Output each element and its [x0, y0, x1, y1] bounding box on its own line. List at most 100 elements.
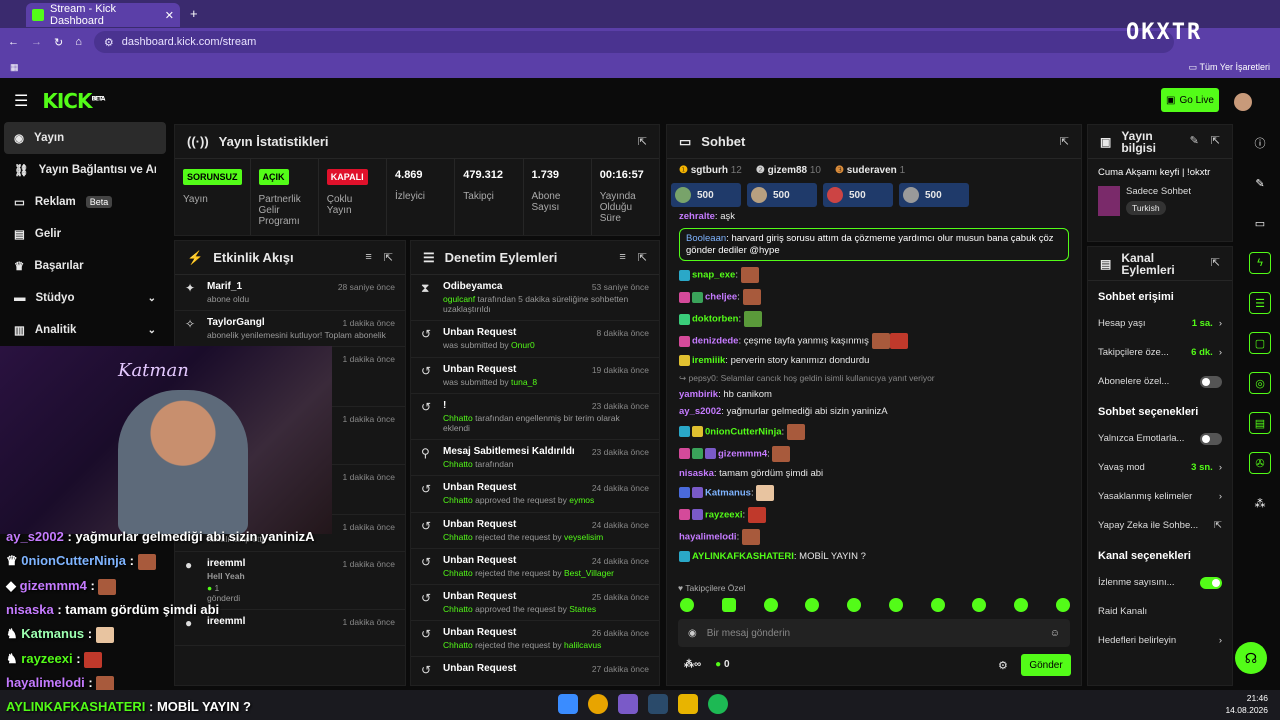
- chat-user[interactable]: cheljee: [705, 292, 737, 303]
- raid-setting[interactable]: Raid Kanalı: [1088, 597, 1232, 626]
- avatar[interactable]: [1234, 93, 1252, 111]
- discord-icon[interactable]: [618, 694, 638, 714]
- all-bookmarks-link[interactable]: ▭ Tüm Yer İşaretleri: [1189, 62, 1270, 73]
- account-age-setting[interactable]: Hesap yaşı 1 sa. ›: [1088, 309, 1232, 338]
- category-name[interactable]: Sadece Sohbet: [1126, 186, 1191, 197]
- mod-actor[interactable]: Chhatto: [443, 568, 473, 578]
- emote-icon[interactable]: [763, 598, 778, 612]
- forward-icon[interactable]: →: [31, 36, 42, 48]
- leader-item[interactable]: ❸ suderaven 1: [835, 165, 905, 176]
- popout-icon[interactable]: ⇱: [1211, 258, 1220, 269]
- gift-pill[interactable]: 500: [899, 183, 969, 207]
- emote-icon[interactable]: [680, 598, 694, 612]
- site-info-icon[interactable]: ⚙: [104, 36, 114, 49]
- leader-item[interactable]: ❶ sgtburh 12: [679, 165, 742, 176]
- system-clock[interactable]: 21:46 14.08.2026: [1225, 693, 1268, 717]
- emote-icon[interactable]: [972, 598, 987, 612]
- apps-grid-icon[interactable]: ▦: [10, 62, 19, 73]
- edit-icon[interactable]: ✎: [1190, 136, 1199, 147]
- chat-user[interactable]: gizemmm4: [718, 448, 767, 459]
- popout-icon[interactable]: ⇱: [638, 251, 647, 264]
- chat-user[interactable]: yambirik: [679, 389, 718, 400]
- reload-icon[interactable]: ↻: [54, 36, 63, 49]
- chrome-icon[interactable]: [588, 694, 608, 714]
- emote-icon[interactable]: [1014, 598, 1029, 612]
- popout-icon[interactable]: ⇱: [638, 135, 647, 148]
- folder-icon[interactable]: [678, 694, 698, 714]
- mod-actor[interactable]: tuna_8: [511, 377, 537, 387]
- popout-icon[interactable]: ⇱: [1211, 136, 1220, 147]
- chat-user[interactable]: AYLINKAFKASHATERI: [692, 551, 794, 562]
- chat-user[interactable]: zehralte: [679, 211, 715, 222]
- share-icon[interactable]: ⁂: [1249, 492, 1271, 514]
- emoji-icon[interactable]: ☺: [1050, 628, 1060, 639]
- banned-words-setting[interactable]: Yasaklanmış kelimeler ›: [1088, 482, 1232, 511]
- chat-window-icon[interactable]: ▭: [1249, 212, 1271, 234]
- mod-actor[interactable]: Chhatto: [443, 413, 473, 423]
- emote-icon[interactable]: [805, 598, 820, 612]
- support-button[interactable]: ☊: [1235, 642, 1267, 674]
- sidebar-item-yayin[interactable]: ◉ Yayın: [4, 122, 166, 154]
- emote-icon[interactable]: [1055, 598, 1070, 612]
- filter-icon[interactable]: ≡: [619, 251, 625, 264]
- emote-icon[interactable]: [888, 598, 903, 612]
- mod-target[interactable]: eymos: [569, 495, 594, 505]
- info-icon[interactable]: ⓘ: [1249, 132, 1271, 154]
- emote-icon[interactable]: [847, 598, 862, 612]
- emote-icon[interactable]: [721, 598, 736, 612]
- back-icon[interactable]: ←: [8, 36, 19, 48]
- kick-logo[interactable]: KICKBETA: [42, 89, 105, 113]
- list-icon[interactable]: ☰: [1249, 292, 1271, 314]
- start-icon[interactable]: [558, 694, 578, 714]
- mod-actor[interactable]: ogulcanf: [443, 294, 475, 304]
- emote-icon[interactable]: [930, 598, 945, 612]
- wrench-icon[interactable]: ✇: [1249, 452, 1271, 474]
- mod-actor[interactable]: Chhatto: [443, 495, 473, 505]
- sidebar-item-reklam[interactable]: ▭ Reklam Beta: [0, 186, 170, 218]
- go-live-button[interactable]: ▣ Go Live: [1161, 88, 1219, 112]
- edit-icon[interactable]: ✎: [1249, 172, 1271, 194]
- sidebar-item-analitik[interactable]: ▥ Analitik ⌄: [0, 314, 170, 346]
- mod-target[interactable]: Statres: [569, 604, 596, 614]
- chat-user[interactable]: Booleaan: [686, 233, 726, 244]
- sidebar-item-gelir[interactable]: ▤ Gelir: [0, 218, 170, 250]
- emotes-only-toggle[interactable]: [1200, 432, 1222, 445]
- gear-icon[interactable]: ⚙: [998, 659, 1008, 672]
- mod-target[interactable]: veyselisim: [564, 532, 603, 542]
- view-count-toggle[interactable]: [1200, 576, 1222, 589]
- ai-chat-setting[interactable]: Yapay Zeka ile Sohbe... ⇱: [1088, 511, 1232, 540]
- chat-settings-icon[interactable]: ◉: [688, 628, 697, 639]
- followers-only-setting[interactable]: Takipçilere öze... 6 dk. ›: [1088, 338, 1232, 367]
- mod-target[interactable]: halilcavus: [564, 640, 601, 650]
- category-thumbnail[interactable]: [1098, 186, 1120, 216]
- mod-actor[interactable]: Chhatto: [443, 640, 473, 650]
- chat-icon[interactable]: ▢: [1249, 332, 1271, 354]
- chat-user[interactable]: hayalimelodi: [679, 531, 737, 542]
- browser-tab[interactable]: Stream - Kick Dashboard ✕: [26, 3, 180, 27]
- mod-actor[interactable]: Chhatto: [443, 604, 473, 614]
- leader-item[interactable]: ❷ gizem88 10: [756, 165, 821, 176]
- chat-user[interactable]: snap_exe: [692, 270, 735, 281]
- sidebar-item-stream-key[interactable]: ⛓ Yayın Bağlantısı ve Anahta: [0, 154, 170, 186]
- slow-mode-setting[interactable]: Yavaş mod 3 sn. ›: [1088, 453, 1232, 482]
- steam-icon[interactable]: [648, 694, 668, 714]
- chat-user[interactable]: nisaska: [679, 468, 714, 479]
- infinity-icon[interactable]: ⁂∞: [684, 659, 701, 670]
- mod-actor[interactable]: Chhatto: [443, 532, 473, 542]
- chat-user[interactable]: rayzeexi: [705, 509, 743, 520]
- sidebar-item-studyo[interactable]: ▬ Stüdyo ⌄: [0, 282, 170, 314]
- sidebar-item-basarilar[interactable]: ♛ Başarılar: [0, 250, 170, 282]
- chat-user[interactable]: ay_s2002: [679, 406, 721, 417]
- gift-pill[interactable]: 500: [671, 183, 741, 207]
- broadcast-icon[interactable]: ◎: [1249, 372, 1271, 394]
- mod-actor[interactable]: Chhatto: [443, 459, 473, 469]
- gift-pill[interactable]: 500: [747, 183, 817, 207]
- chat-user[interactable]: denizdede: [692, 336, 738, 347]
- home-icon[interactable]: ⌂: [75, 36, 82, 48]
- chat-reply-context[interactable]: ↪ pepsy0: Selamlar cancık hoş geldin isi…: [679, 373, 1069, 383]
- chat-user[interactable]: 0nionCutterNinja: [705, 426, 782, 437]
- url-field[interactable]: ⚙ dashboard.kick.com/stream: [93, 31, 1174, 53]
- spotify-icon[interactable]: [708, 694, 728, 714]
- send-button[interactable]: Gönder: [1021, 654, 1071, 676]
- new-tab-icon[interactable]: +: [190, 6, 198, 21]
